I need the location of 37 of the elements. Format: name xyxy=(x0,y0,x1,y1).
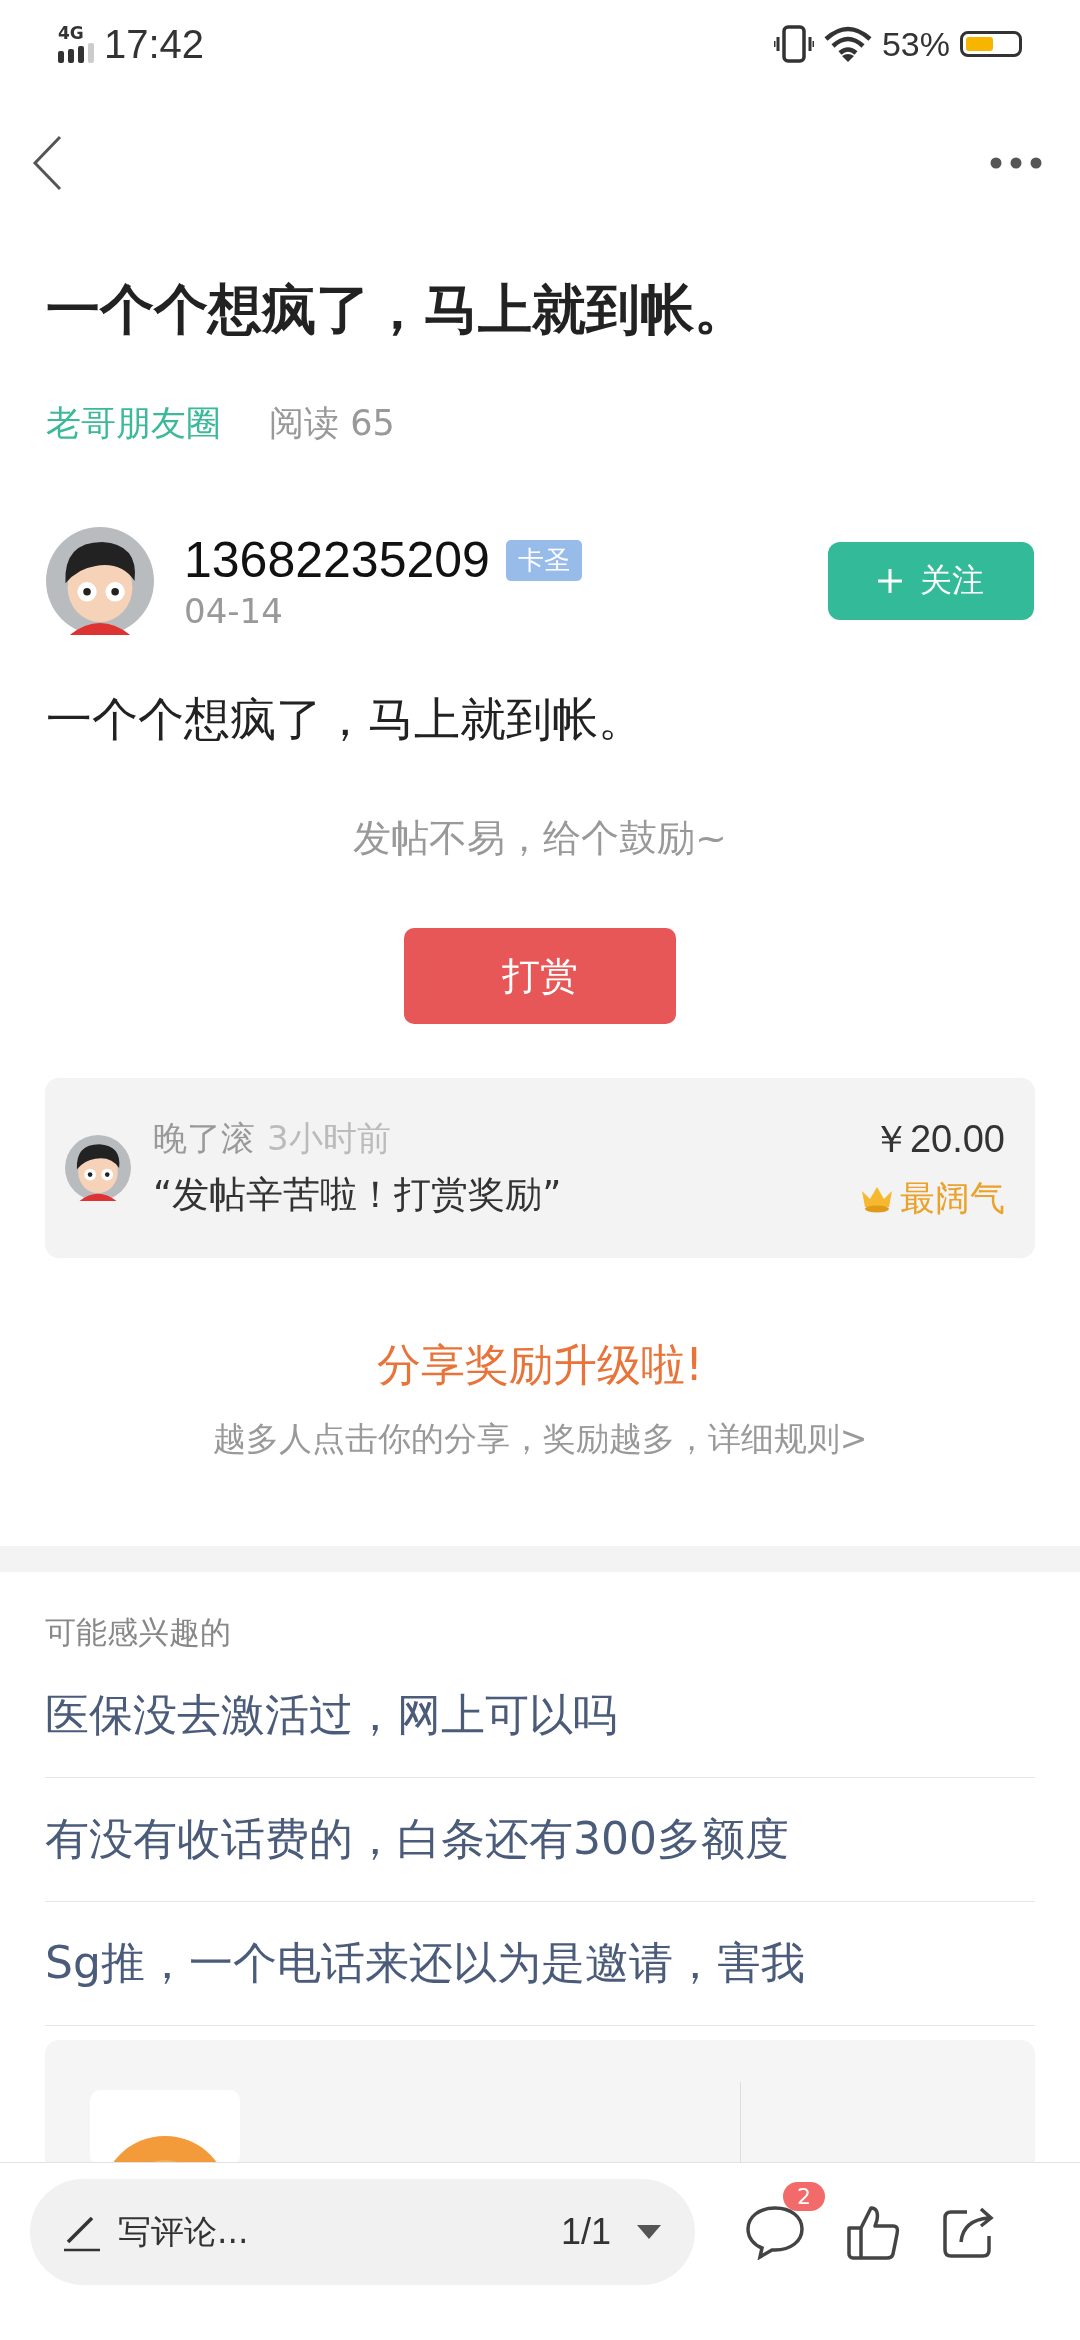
tipper-name: 晚了滚 xyxy=(153,1117,255,1160)
author-name: 13682235209 xyxy=(184,531,490,589)
related-post-link[interactable]: 有没有收话费的，白条还有300多额度 xyxy=(45,1778,1035,1902)
plus-icon xyxy=(878,569,902,593)
comment-field[interactable]: 写评论... 1/1 xyxy=(30,2178,695,2285)
reward-button[interactable]: 打赏 xyxy=(404,928,676,1024)
battery-icon xyxy=(960,31,1022,57)
dropdown-caret-icon[interactable] xyxy=(637,2224,661,2239)
more-icon[interactable] xyxy=(990,157,1042,169)
post-date: 04-14 xyxy=(184,591,284,631)
comment-icon[interactable] xyxy=(745,2203,805,2260)
tip-time: 3小时前 xyxy=(267,1117,391,1160)
share-promo-title: 分享奖励升级啦! xyxy=(376,1338,704,1392)
related-post-link[interactable]: Sg推，一个电话来还以为是邀请，害我 xyxy=(45,1902,1035,2026)
clock-time: 17:42 xyxy=(104,21,205,67)
post-body: 一个个想疯了，马上就到帐。 xyxy=(46,691,645,748)
tip-message: “发帖辛苦啦！打赏奖励” xyxy=(153,1172,563,1218)
network-label: 4G xyxy=(58,25,84,41)
read-count: 阅读 65 xyxy=(269,402,395,445)
avatar-icon xyxy=(65,1135,131,1201)
tip-amount: ￥20.00 xyxy=(871,1117,1005,1162)
reward-prompt: 发帖不易，给个鼓励~ xyxy=(352,815,728,862)
avatar-icon xyxy=(46,527,154,635)
comment-input[interactable]: 写评论... xyxy=(116,2211,547,2252)
related-post-link[interactable]: 医保没去激活过，网上可以吗 xyxy=(45,1654,1035,1778)
thumbs-up-icon[interactable] xyxy=(845,2203,901,2260)
wifi-icon xyxy=(823,25,872,63)
top-tipper-label: 最阔气 xyxy=(900,1177,1005,1220)
section-heading: 可能感兴趣的 xyxy=(45,1613,232,1652)
battery-percent: 53% xyxy=(881,24,950,64)
page-indicator: 1/1 xyxy=(560,2210,611,2253)
back-icon[interactable] xyxy=(32,135,62,191)
vibrate-icon xyxy=(773,25,814,63)
post-title: 一个个想疯了，马上就到帐。 xyxy=(45,277,749,343)
user-badge: 卡圣 xyxy=(505,539,582,581)
signal-icon xyxy=(58,41,94,63)
comment-count-badge: 2 xyxy=(783,2181,825,2211)
